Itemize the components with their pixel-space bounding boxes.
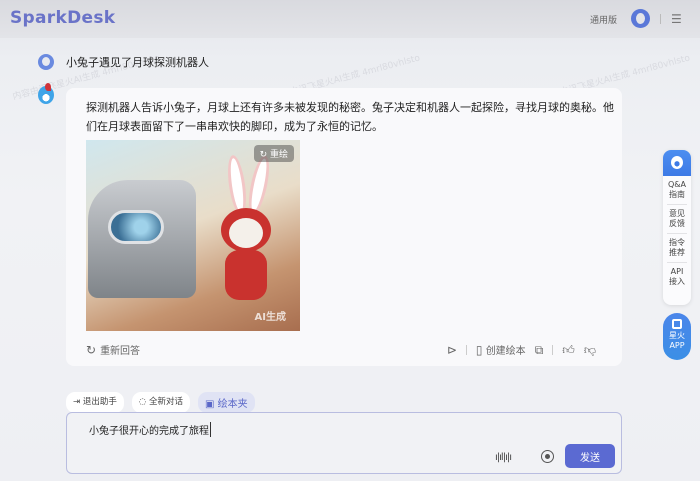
divider <box>660 14 661 24</box>
user-avatar-icon <box>38 54 54 70</box>
answer-text: 探测机器人告诉小兔子，月球上还有许多未被发现的秘密。兔子决定和机器人一起探险，寻… <box>86 101 614 133</box>
sidebar-item-qa-guide[interactable]: Q&A 指南 <box>667 176 687 205</box>
voice-wave-icon[interactable]: ı|ıl|ı|ı <box>495 452 512 463</box>
menu-icon[interactable]: ☰ <box>671 13 682 25</box>
new-chat-button[interactable]: ◌ 全新对话 <box>131 392 190 413</box>
book-icon: ▣ <box>204 399 215 410</box>
stop-icon[interactable] <box>541 450 554 463</box>
book-icon: ▯ <box>475 343 483 357</box>
user-message: 小兔子遇见了月球探测机器人 <box>38 54 209 70</box>
spark-app-button[interactable]: 星火 APP <box>663 313 691 360</box>
refresh-icon: ↻ <box>86 342 97 357</box>
bunny-illustration <box>211 153 281 310</box>
quick-actions: ⇥ 退出助手 ◌ 全新对话 ▣ 绘本夹 <box>66 392 255 413</box>
exit-assistant-button[interactable]: ⇥ 退出助手 <box>66 392 124 413</box>
spark-bot-icon <box>38 83 54 104</box>
redraw-button[interactable]: ↻ 重绘 <box>253 145 294 162</box>
regenerate-button[interactable]: ↻ 重新回答 <box>86 342 140 358</box>
user-avatar-icon[interactable] <box>631 9 650 28</box>
send-button[interactable]: 发送 <box>565 444 615 468</box>
generated-image[interactable]: ↻ 重绘 AI生成 <box>86 140 300 331</box>
answer-card: 探测机器人告诉小兔子，月球上还有许多未被发现的秘密。兔子决定和机器人一起探险，寻… <box>66 88 622 366</box>
copy-icon[interactable]: ⧉ <box>535 344 544 356</box>
chat-input[interactable]: 小兔子很开心的完成了旅程 ı|ıl|ı|ı 发送 <box>66 412 622 474</box>
answer-actions: ↻ 重新回答 ⊳ ▯ 创建绘本 ⧉ 👍︎ 👎︎ <box>86 342 596 358</box>
spark-logo-icon[interactable] <box>663 150 691 176</box>
ai-generated-mark: AI生成 <box>254 312 286 323</box>
input-text[interactable]: 小兔子很开心的完成了旅程 <box>89 422 211 437</box>
user-prompt-text: 小兔子遇见了月球探测机器人 <box>66 56 209 69</box>
sidebar-item-prompts[interactable]: 指令 推荐 <box>667 234 687 263</box>
thumbs-up-icon[interactable]: 👍︎ <box>562 344 575 356</box>
version-label[interactable]: 通用版 <box>590 13 617 26</box>
qr-code-icon <box>672 319 682 329</box>
create-book-button[interactable]: ▯ 创建绘本 <box>476 342 526 357</box>
right-sidebar: Q&A 指南 意见 反馈 指令 推荐 API 接入 <box>663 150 691 305</box>
picture-book-folder-button[interactable]: ▣ 绘本夹 <box>197 392 255 413</box>
sparkdesk-logo[interactable]: SparkDesk <box>10 8 115 28</box>
chat-icon: ◌ <box>138 397 147 407</box>
exit-icon: ⇥ <box>73 397 81 407</box>
thumbs-down-icon[interactable]: 👎︎ <box>584 344 596 356</box>
sidebar-item-api[interactable]: API 接入 <box>667 263 687 291</box>
refresh-icon: ↻ <box>259 150 268 160</box>
top-header: SparkDesk 通用版 ☰ <box>0 0 700 38</box>
divider <box>465 344 467 355</box>
play-icon[interactable]: ⊳ <box>447 344 457 356</box>
robot-eye <box>108 210 164 244</box>
sidebar-item-feedback[interactable]: 意见 反馈 <box>667 205 687 234</box>
divider <box>552 344 554 355</box>
